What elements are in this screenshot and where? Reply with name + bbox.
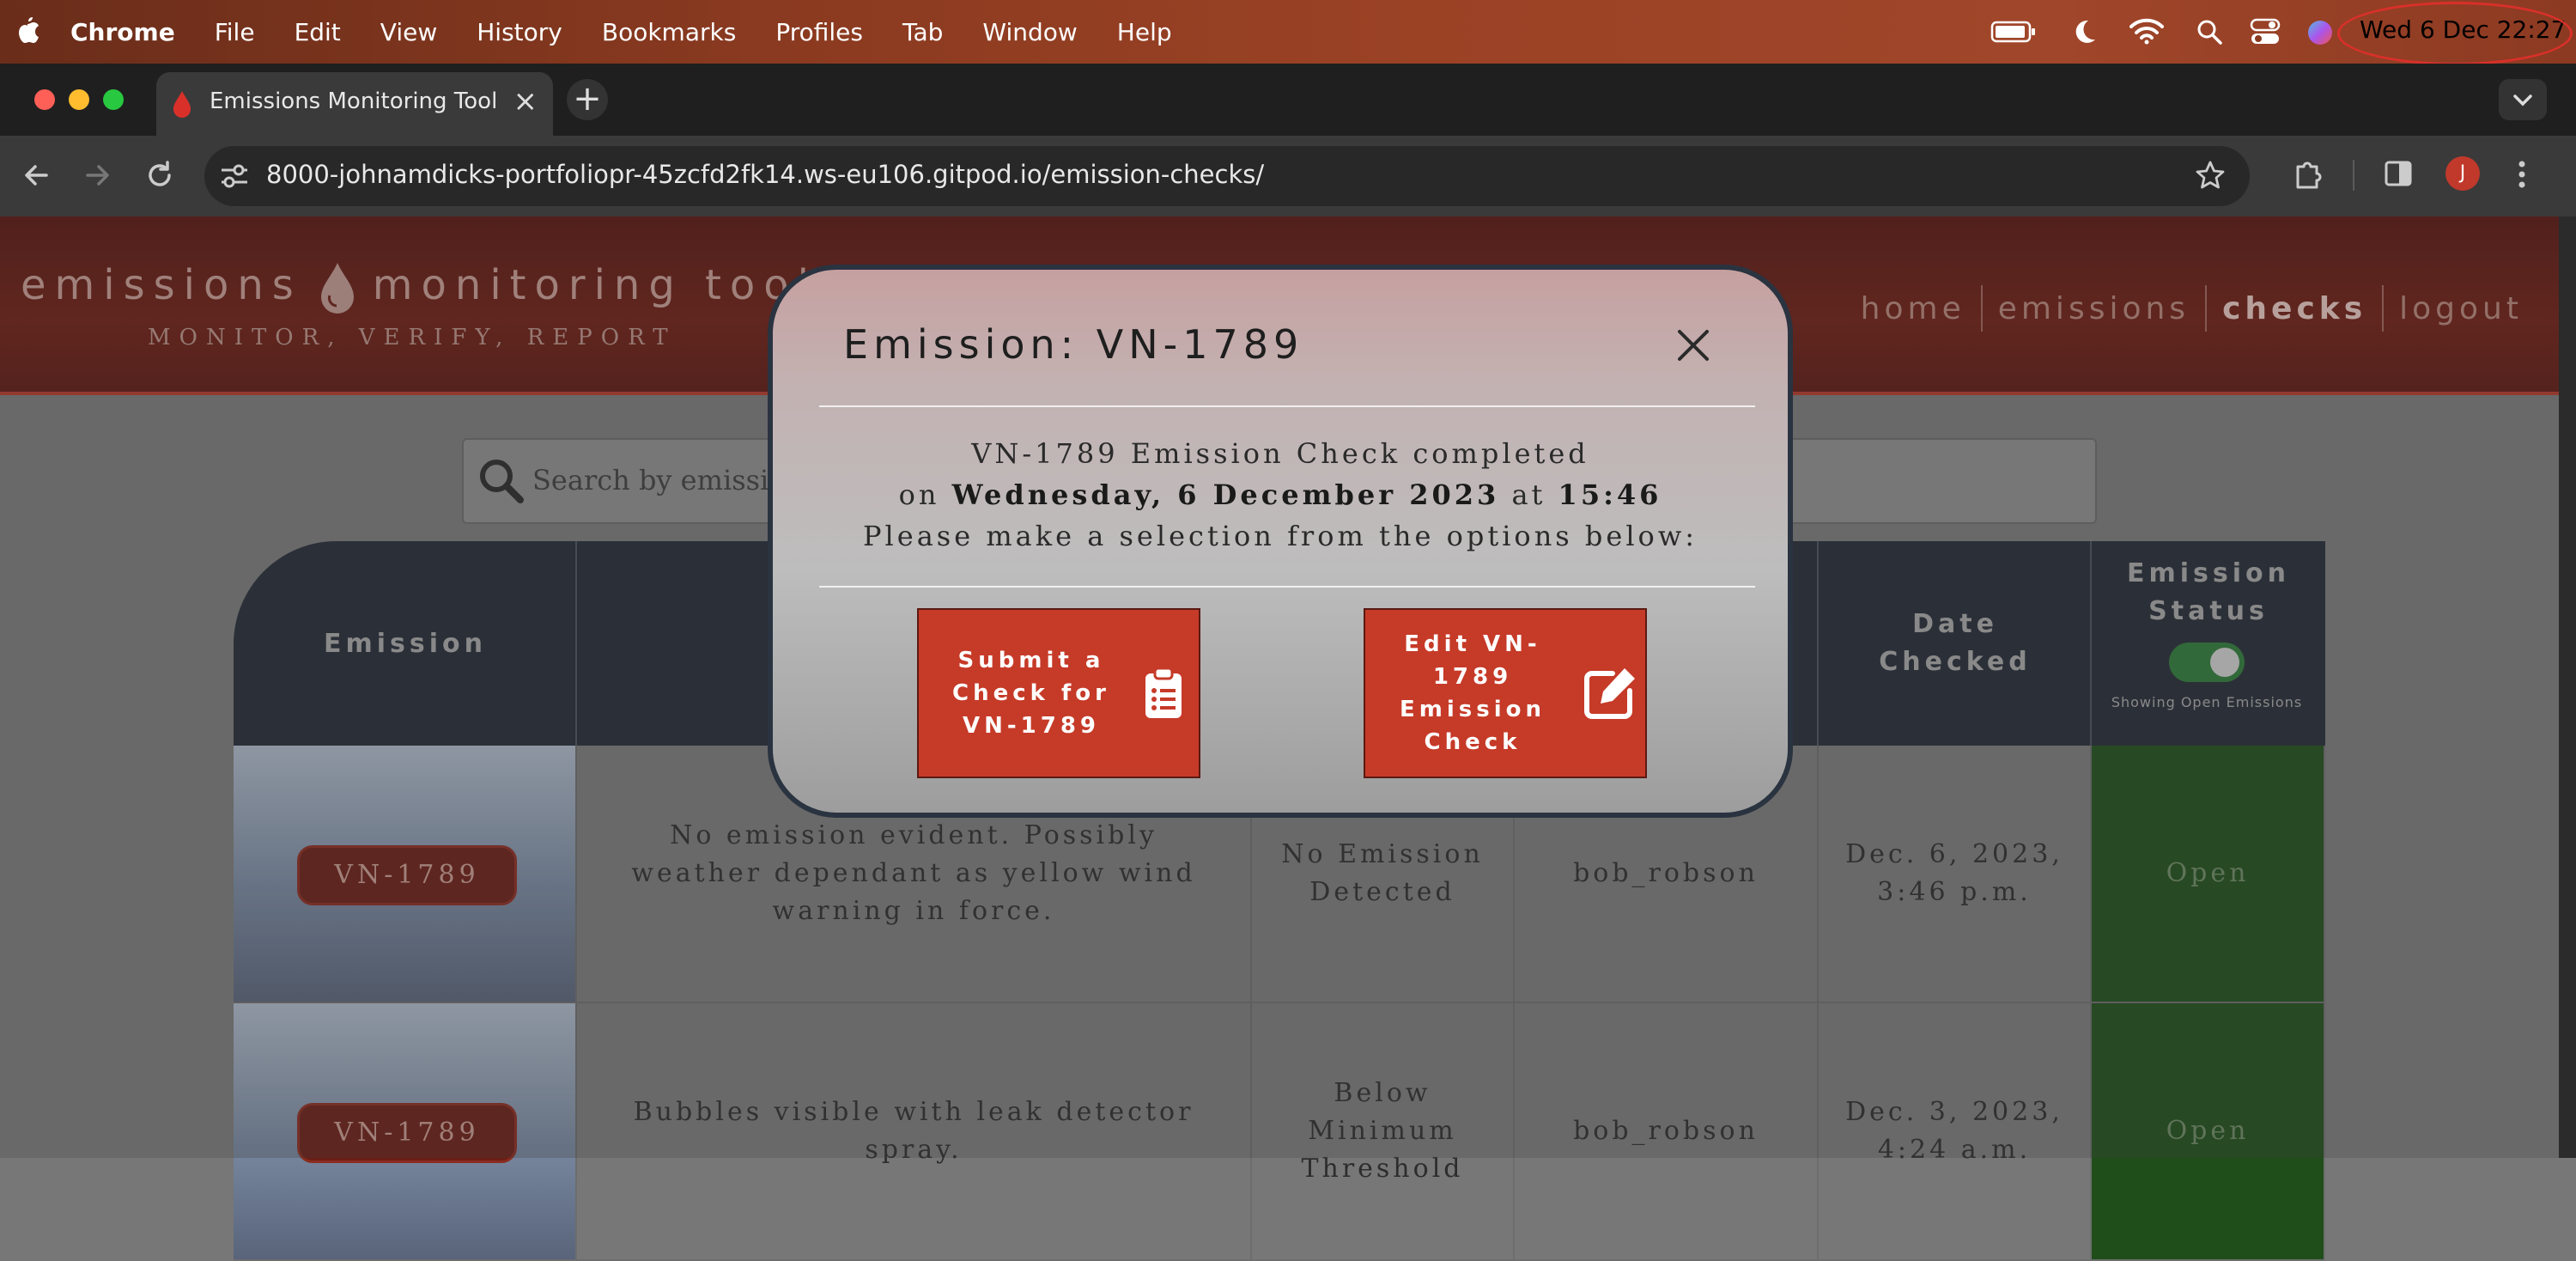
menu-view[interactable]: View bbox=[380, 18, 437, 46]
modal-divider bbox=[819, 586, 1755, 588]
menu-history[interactable]: History bbox=[477, 18, 562, 46]
toolbar-divider bbox=[2353, 160, 2354, 191]
submit-check-button[interactable]: Submit a Check for VN-1789 bbox=[917, 608, 1200, 778]
extensions-puzzle-icon[interactable] bbox=[2291, 158, 2324, 191]
side-panel-icon[interactable] bbox=[2384, 158, 2413, 189]
window-zoom-button[interactable] bbox=[103, 89, 124, 110]
menu-window[interactable]: Window bbox=[982, 18, 1077, 46]
edit-pencil-square-icon bbox=[1584, 668, 1635, 719]
window-close-button[interactable] bbox=[34, 89, 55, 110]
back-arrow-icon[interactable] bbox=[21, 160, 52, 191]
address-bar[interactable]: 8000-johnamdicks-portfoliopr-45zcfd2fk14… bbox=[204, 146, 2250, 206]
menu-file[interactable]: File bbox=[215, 18, 255, 46]
menu-edit[interactable]: Edit bbox=[295, 18, 341, 46]
wifi-icon[interactable] bbox=[2129, 17, 2164, 45]
modal-divider bbox=[819, 405, 1755, 407]
emission-modal: Emission: VN-1789 VN-1789 Emission Check… bbox=[768, 265, 1793, 818]
macos-menu-bar: Chrome File Edit View History Bookmarks … bbox=[0, 0, 2576, 64]
menu-profiles[interactable]: Profiles bbox=[775, 18, 863, 46]
tab-title: Emissions Monitoring Tool bbox=[210, 88, 498, 114]
menu-app-chrome[interactable]: Chrome bbox=[70, 18, 175, 46]
battery-icon[interactable] bbox=[1990, 19, 2037, 45]
submit-check-label: Submit a Check for VN-1789 bbox=[952, 648, 1110, 739]
focus-moon-icon[interactable] bbox=[2071, 17, 2097, 46]
modal-close-icon[interactable] bbox=[1674, 326, 1712, 364]
clock-highlight-circle bbox=[2337, 2, 2573, 65]
clipboard-list-icon bbox=[1145, 667, 1182, 718]
modal-title: Emission: VN-1789 bbox=[843, 321, 1304, 368]
menu-tab[interactable]: Tab bbox=[902, 18, 943, 46]
tab-search-button[interactable] bbox=[2499, 79, 2547, 120]
edit-check-label: Edit VN-1789 Emission Check bbox=[1400, 631, 1546, 755]
tab-close-icon[interactable]: × bbox=[513, 84, 538, 119]
siri-icon[interactable] bbox=[2306, 19, 2334, 46]
chrome-toolbar: 8000-johnamdicks-portfoliopr-45zcfd2fk14… bbox=[0, 136, 2576, 218]
spotlight-search-icon[interactable] bbox=[2196, 19, 2222, 45]
url-text: 8000-johnamdicks-portfoliopr-45zcfd2fk14… bbox=[266, 160, 1264, 189]
edit-check-button[interactable]: Edit VN-1789 Emission Check bbox=[1364, 608, 1647, 778]
url-path: /emission-checks/ bbox=[1042, 160, 1265, 189]
profile-avatar[interactable]: J bbox=[2445, 156, 2480, 191]
modal-message: VN-1789 Emission Check completed on Wedn… bbox=[773, 433, 1788, 557]
window-minimize-button[interactable] bbox=[69, 89, 89, 110]
site-info-tune-icon[interactable] bbox=[220, 163, 249, 189]
bookmark-star-icon[interactable] bbox=[2195, 160, 2226, 191]
modal-line-1: VN-1789 Emission Check completed bbox=[971, 437, 1589, 470]
tab-emissions-monitoring-tool[interactable]: Emissions Monitoring Tool × bbox=[156, 72, 553, 136]
apple-logo-icon[interactable] bbox=[14, 14, 41, 48]
tab-favicon-droplet-icon bbox=[173, 91, 191, 118]
control-center-icon[interactable] bbox=[2250, 17, 2281, 46]
more-menu-icon[interactable] bbox=[2514, 158, 2530, 191]
modal-line-2: on Wednesday, 6 December 2023 at 15:46 bbox=[898, 478, 1662, 511]
menu-bookmarks[interactable]: Bookmarks bbox=[602, 18, 736, 46]
modal-line-3: Please make a selection from the options… bbox=[863, 520, 1698, 552]
new-tab-button[interactable]: + bbox=[567, 79, 608, 120]
page-scrollbar[interactable] bbox=[2559, 216, 2576, 1158]
url-host: 8000-johnamdicks-portfoliopr-45zcfd2fk14… bbox=[266, 160, 1042, 189]
menu-help[interactable]: Help bbox=[1117, 18, 1172, 46]
chevron-down-icon bbox=[2513, 94, 2532, 107]
reload-icon[interactable] bbox=[144, 160, 175, 191]
forward-arrow-icon[interactable] bbox=[82, 160, 113, 191]
